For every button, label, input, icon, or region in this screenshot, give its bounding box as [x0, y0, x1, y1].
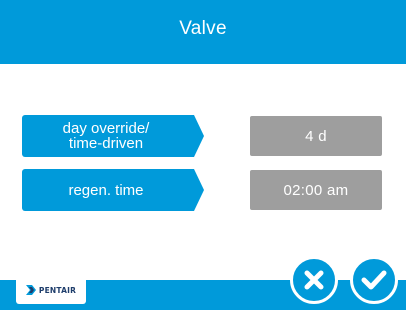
close-icon	[304, 270, 324, 290]
pentair-logo-icon	[25, 285, 36, 295]
day-override-label[interactable]: day override/ time-driven	[22, 115, 204, 157]
regen-time-label-text: regen. time	[68, 181, 144, 199]
pentair-logo: PENTAIR	[16, 276, 86, 304]
day-override-value[interactable]: 4 d	[250, 116, 382, 156]
pentair-logo-text: PENTAIR	[38, 285, 77, 295]
page-title: Valve	[179, 18, 227, 39]
header-bar: Valve	[0, 0, 406, 64]
regen-time-value[interactable]: 02:00 am	[250, 170, 382, 210]
confirm-button[interactable]	[350, 256, 398, 304]
cancel-button[interactable]	[290, 256, 338, 304]
day-override-value-text: 4 d	[305, 127, 327, 145]
check-icon	[361, 270, 387, 290]
regen-time-value-text: 02:00 am	[283, 181, 349, 199]
day-override-label-text: day override/ time-driven	[62, 120, 150, 152]
regen-time-label[interactable]: regen. time	[22, 169, 204, 211]
